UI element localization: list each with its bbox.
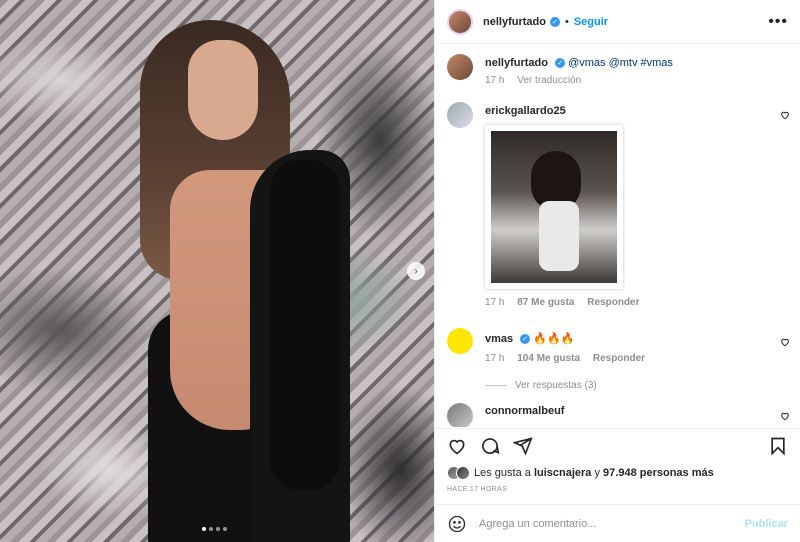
comments-list[interactable]: nellyfurtado ✓ @vmas @mtv #vmas 17 h Ver…	[435, 45, 800, 427]
next-slide-button[interactable]: ›	[407, 262, 425, 280]
caption-username[interactable]: nellyfurtado	[485, 57, 548, 69]
chevron-right-icon: ›	[414, 265, 418, 277]
comment-username[interactable]: erickgallardo25	[485, 105, 566, 117]
view-replies-label: Ver respuestas (3)	[515, 380, 597, 391]
reply-button[interactable]: Responder	[587, 297, 639, 308]
comment-time: 17 h	[485, 353, 505, 364]
photo-subject	[130, 10, 360, 542]
comment-avatar[interactable]	[447, 102, 473, 128]
caption-avatar[interactable]	[447, 54, 473, 80]
comment-input[interactable]: Agrega un comentario...	[479, 518, 596, 530]
carousel-dot	[216, 527, 220, 531]
heart-icon[interactable]	[780, 411, 790, 421]
author-avatar[interactable]	[447, 8, 473, 35]
translate-link[interactable]: Ver traducción	[517, 75, 581, 86]
verified-icon: ✓	[520, 334, 531, 345]
caption-time: 17 h	[485, 75, 505, 86]
carousel-dots	[202, 527, 227, 531]
bookmark-icon[interactable]	[768, 436, 788, 456]
verified-icon: ✓	[555, 58, 566, 69]
likes-count[interactable]: 97.948 personas más	[603, 467, 714, 479]
author-username[interactable]: nellyfurtado	[483, 16, 546, 28]
liker-avatar	[456, 466, 470, 480]
likes-prefix: Les gusta a	[474, 467, 534, 479]
follow-button[interactable]: Seguir	[574, 16, 608, 28]
more-icon[interactable]: •••	[768, 13, 788, 31]
carousel-dot	[202, 527, 206, 531]
likes-middle: y	[591, 467, 604, 479]
reply-button[interactable]: Responder	[593, 353, 645, 364]
action-bar	[435, 428, 800, 462]
post-photo[interactable]: ›	[0, 0, 434, 542]
separator: •	[564, 15, 569, 28]
post-button[interactable]: Publicar	[745, 518, 788, 530]
share-icon[interactable]	[513, 436, 533, 456]
comment-icon[interactable]	[480, 436, 500, 456]
comment-text: 🔥🔥🔥	[533, 333, 575, 345]
comment-likes[interactable]: 87 Me gusta	[517, 297, 574, 308]
list-item: vmas ✓ 🔥🔥🔥 17 h 104 Me gusta Responder V…	[447, 328, 790, 391]
likes-summary[interactable]: Les gusta a luiscnajera y 97.948 persona…	[447, 466, 788, 480]
comment-gif	[485, 125, 623, 289]
comment-username[interactable]: connormalbeuf	[485, 405, 564, 417]
heart-icon[interactable]	[780, 337, 790, 347]
post-header: nellyfurtado ✓ • Seguir •••	[435, 0, 800, 44]
verified-icon: ✓	[549, 16, 560, 27]
carousel-dot	[223, 527, 227, 531]
comment-likes[interactable]: 104 Me gusta	[517, 353, 580, 364]
caption: nellyfurtado ✓ @vmas @mtv #vmas 17 h Ver…	[447, 54, 790, 86]
comment-avatar[interactable]	[447, 328, 473, 354]
add-comment-bar: Agrega un comentario... Publicar	[435, 504, 800, 542]
heart-icon[interactable]	[447, 436, 467, 456]
post-timestamp: HACE 17 HORAS	[447, 486, 507, 493]
likes-user[interactable]: luiscnajera	[534, 467, 591, 479]
list-item: connormalbeuf	[447, 403, 790, 427]
post-panel: nellyfurtado ✓ • Seguir ••• nellyfurtado…	[434, 0, 800, 542]
list-item: erickgallardo25 17 h 87 Me gusta Respond…	[447, 102, 790, 308]
comment-username[interactable]: vmas	[485, 333, 513, 345]
emoji-icon[interactable]	[447, 514, 467, 534]
carousel-dot	[209, 527, 213, 531]
view-replies-button[interactable]: Ver respuestas (3)	[485, 380, 790, 391]
comment-time: 17 h	[485, 297, 505, 308]
comment-avatar[interactable]	[447, 403, 473, 427]
heart-icon[interactable]	[780, 110, 790, 120]
caption-text[interactable]: @vmas @mtv #vmas	[568, 57, 673, 69]
